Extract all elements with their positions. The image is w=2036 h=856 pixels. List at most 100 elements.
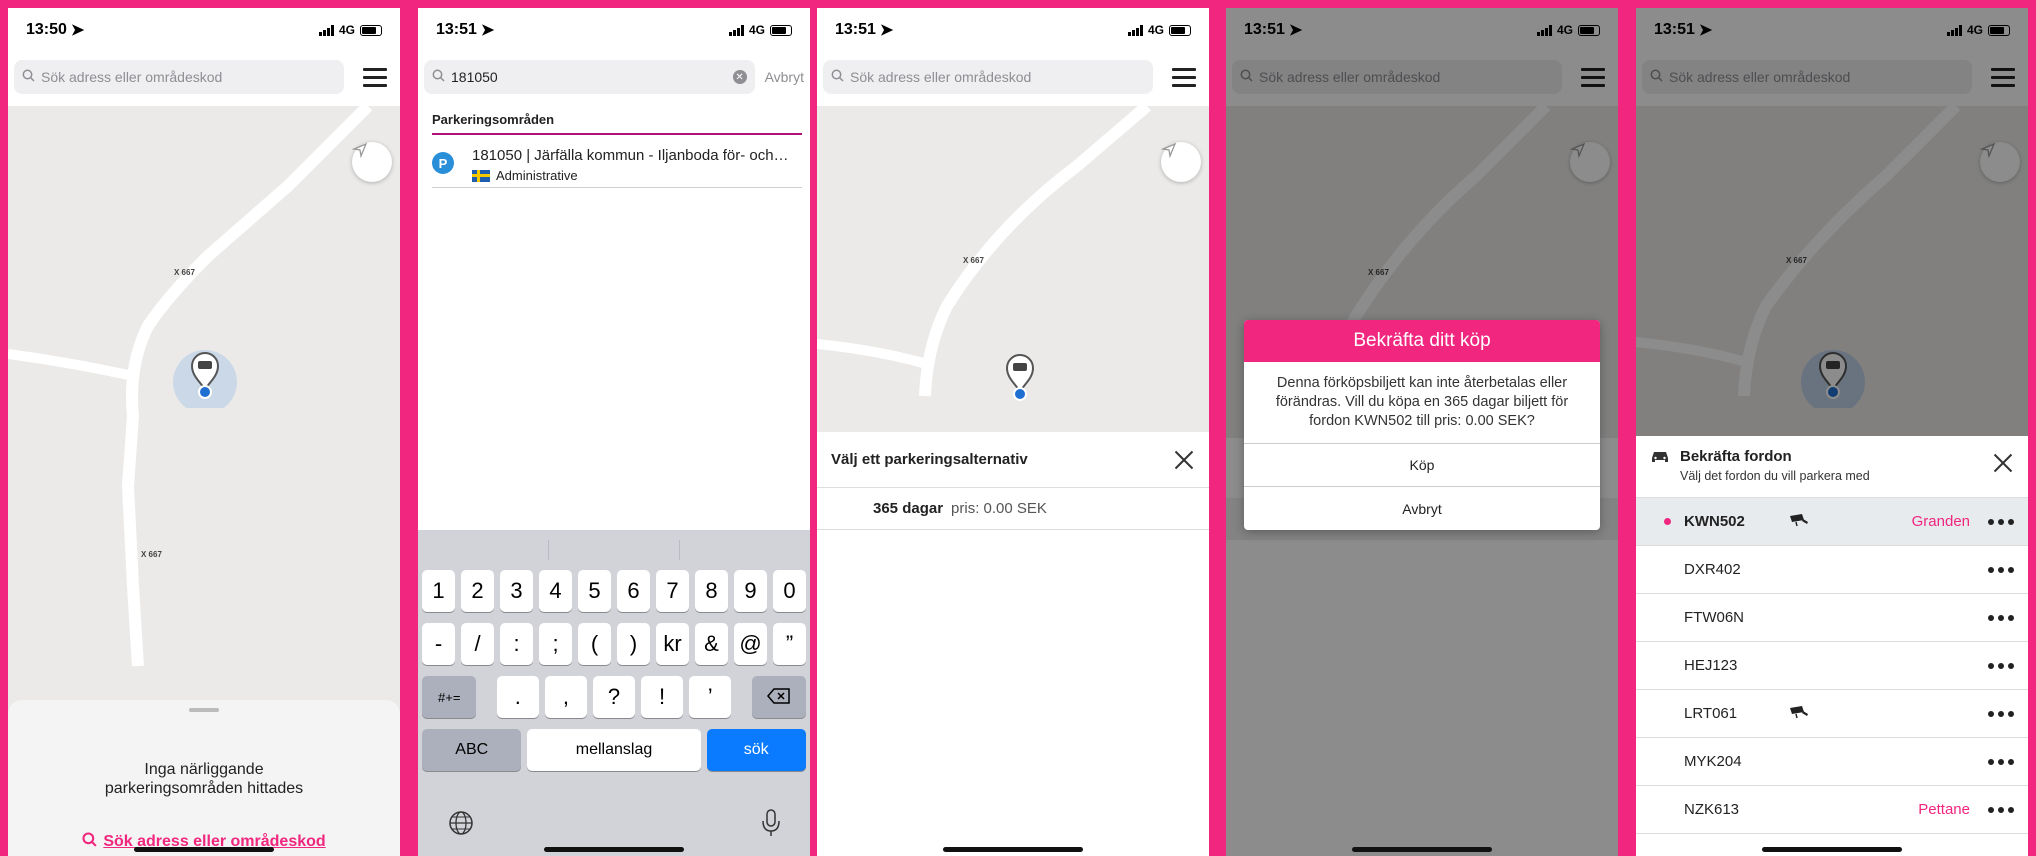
home-indicator[interactable] <box>943 847 1083 852</box>
key-0[interactable]: - <box>422 623 455 665</box>
vehicle-list: KWN502 Granden DXR402 FTW06N HEJ123 LRT061 MYK… <box>1636 498 2028 834</box>
key-6[interactable]: 7 <box>656 570 689 612</box>
nearby-areas-sheet: Inga närliggande parkeringsområden hitta… <box>8 700 400 856</box>
signal-icon <box>728 24 744 36</box>
home-indicator[interactable] <box>1352 847 1492 852</box>
vehicle-plate: FTW06N <box>1684 609 1744 626</box>
key-8[interactable]: 9 <box>734 570 767 612</box>
key-4[interactable]: 5 <box>578 570 611 612</box>
more-options-icon[interactable] <box>1988 566 2014 573</box>
key-9[interactable]: 0 <box>773 570 806 612</box>
modal-overlay[interactable] <box>1636 8 2028 436</box>
vehicle-row[interactable]: FTW06N <box>1636 594 2028 642</box>
key-abc[interactable]: ABC <box>422 729 522 771</box>
globe-icon[interactable] <box>448 810 474 841</box>
battery-icon <box>360 24 382 36</box>
key-6[interactable]: kr <box>656 623 689 665</box>
status-time: 13:51 <box>436 21 477 38</box>
home-indicator[interactable] <box>1762 847 1902 852</box>
key-2[interactable]: ? <box>592 676 636 718</box>
sheet-grabber[interactable] <box>189 708 219 712</box>
more-options-icon[interactable] <box>1988 758 2014 765</box>
key-3[interactable]: ! <box>641 676 684 718</box>
no-results-line1: Inga närliggande <box>144 761 264 778</box>
camera-icon <box>1788 705 1810 723</box>
search-placeholder: Sök adress eller områdeskod <box>41 69 223 85</box>
key-0[interactable]: 1 <box>422 570 455 612</box>
vehicle-plate: NZK613 <box>1684 801 1740 818</box>
signal-icon <box>1127 24 1143 36</box>
vehicle-row[interactable]: KWN502 Granden <box>1636 498 2028 546</box>
key-9[interactable]: ” <box>773 623 806 665</box>
vehicle-row[interactable]: NZK613 Pettane <box>1636 786 2028 834</box>
clear-icon[interactable]: ✕ <box>732 70 747 84</box>
more-options-icon[interactable] <box>1988 710 2014 717</box>
cancel-button[interactable]: Avbryt <box>1244 487 1600 530</box>
status-bar: 13:51 ➤ 4G <box>817 8 1209 52</box>
more-options-icon[interactable] <box>1988 806 2014 813</box>
key-7[interactable]: & <box>695 623 728 665</box>
search-result-item[interactable]: P 181050 | Järfälla kommun - Iljanboda f… <box>432 142 802 188</box>
key-1[interactable]: / <box>461 623 494 665</box>
search-input[interactable]: Sök adress eller områdeskod <box>823 60 1153 94</box>
road-label: X 667 <box>174 268 195 277</box>
key-search[interactable]: sök <box>706 729 806 771</box>
search-icon <box>82 832 97 852</box>
result-subtitle: Administrative <box>496 168 578 183</box>
search-input[interactable]: 181050 ✕ <box>424 60 755 94</box>
microphone-icon[interactable] <box>762 808 780 842</box>
key-space[interactable]: mellanslag <box>527 729 701 771</box>
vehicle-row[interactable]: MYK204 <box>1636 738 2028 786</box>
key-4[interactable]: ( <box>578 623 611 665</box>
home-indicator[interactable] <box>544 847 684 852</box>
location-arrow-icon: ➤ <box>879 22 894 39</box>
close-icon[interactable] <box>1173 449 1195 471</box>
close-icon[interactable] <box>1992 452 2014 474</box>
key-4[interactable]: ’ <box>689 676 732 718</box>
key-2[interactable]: : <box>500 623 533 665</box>
key-1[interactable]: 2 <box>461 570 494 612</box>
home-indicator[interactable] <box>134 847 274 852</box>
sheet-title: Välj ett parkeringsalternativ <box>831 451 1028 468</box>
car-icon <box>1650 450 1670 497</box>
key-5[interactable]: ) <box>617 623 650 665</box>
parking-icon: P <box>432 152 454 174</box>
menu-icon[interactable] <box>1165 62 1203 92</box>
status-time: 13:51 <box>835 21 876 38</box>
key-symbols[interactable]: #+= <box>422 676 477 718</box>
search-icon <box>831 69 844 85</box>
search-input[interactable]: Sök adress eller områdeskod <box>14 60 344 94</box>
key-2[interactable]: 3 <box>500 570 533 612</box>
cancel-search-button[interactable]: Avbryt <box>765 69 804 85</box>
vehicle-plate: DXR402 <box>1684 561 1741 578</box>
key-5[interactable]: 6 <box>617 570 650 612</box>
screen-confirm-purchase: 13:51 ➤ 4G Sök adress eller områdeskod X … <box>1226 8 1618 856</box>
key-3[interactable]: ; <box>539 623 572 665</box>
vehicle-row[interactable]: HEJ123 <box>1636 642 2028 690</box>
parking-options-sheet: Välj ett parkeringsalternativ 365 dagar … <box>817 432 1209 856</box>
key-backspace[interactable] <box>751 676 807 718</box>
network-type: 4G <box>338 23 355 37</box>
no-results-line2: parkeringsområden hittades <box>104 780 304 797</box>
search-placeholder: Sök adress eller områdeskod <box>850 69 1032 85</box>
status-bar: 13:50 ➤ 4G <box>8 8 400 52</box>
key-8[interactable]: @ <box>734 623 767 665</box>
more-options-icon[interactable] <box>1988 662 2014 669</box>
menu-icon[interactable] <box>356 62 394 92</box>
vehicle-row[interactable]: DXR402 <box>1636 546 2028 594</box>
search-icon <box>22 69 35 85</box>
vehicle-plate: MYK204 <box>1684 753 1742 770</box>
buy-button[interactable]: Köp <box>1244 444 1600 487</box>
vehicle-row[interactable]: LRT061 <box>1636 690 2028 738</box>
parking-option-365[interactable]: 365 dagar pris: 0.00 SEK <box>817 488 1209 530</box>
key-0[interactable]: . <box>496 676 539 718</box>
search-value: 181050 <box>451 69 498 85</box>
more-options-icon[interactable] <box>1988 614 2014 621</box>
key-3[interactable]: 4 <box>539 570 572 612</box>
locate-me-button[interactable] <box>352 142 392 182</box>
key-7[interactable]: 8 <box>695 570 728 612</box>
key-1[interactable]: , <box>544 676 587 718</box>
locate-me-button[interactable] <box>1161 142 1201 182</box>
more-options-icon[interactable] <box>1988 518 2014 525</box>
status-bar: 13:51 ➤ 4G <box>418 8 810 52</box>
